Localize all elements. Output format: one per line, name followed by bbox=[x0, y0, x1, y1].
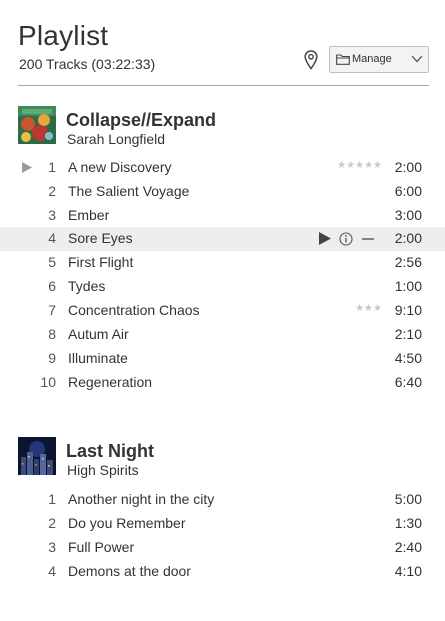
track-rating[interactable]: ★★★ bbox=[355, 303, 382, 314]
track-row[interactable]: 10 Regeneration 6:40 bbox=[0, 371, 445, 395]
track-duration: 2:00 bbox=[394, 159, 422, 175]
track-duration: 2:40 bbox=[394, 539, 422, 555]
track-name: Ember bbox=[68, 207, 110, 223]
track-duration: 2:10 bbox=[394, 326, 422, 342]
album-title[interactable]: Collapse//Expand bbox=[66, 110, 216, 131]
track-number: 4 bbox=[48, 563, 56, 579]
track-number: 2 bbox=[48, 183, 56, 199]
track-name: Another night in the city bbox=[68, 491, 215, 507]
track-duration: 3:00 bbox=[394, 207, 422, 223]
track-number: 1 bbox=[48, 491, 56, 507]
track-number: 5 bbox=[48, 254, 56, 270]
track-name: Regeneration bbox=[68, 374, 153, 390]
info-icon[interactable] bbox=[339, 232, 353, 246]
track-number: 1 bbox=[48, 159, 56, 175]
track-number: 3 bbox=[48, 539, 56, 555]
page-title: Playlist bbox=[18, 20, 109, 51]
track-duration: 9:10 bbox=[394, 302, 422, 318]
track-name: Full Power bbox=[68, 539, 135, 555]
track-row[interactable]: 2 The Salient Voyage 6:00 bbox=[0, 180, 445, 204]
track-name: Tydes bbox=[68, 278, 106, 294]
track-number: 10 bbox=[40, 374, 56, 390]
folder-icon bbox=[336, 54, 350, 65]
play-icon[interactable] bbox=[319, 232, 331, 245]
track-number: 7 bbox=[48, 302, 56, 318]
album-artist[interactable]: Sarah Longfield bbox=[67, 131, 165, 147]
track-row[interactable]: 6 Tydes 1:00 bbox=[0, 275, 445, 299]
track-row[interactable]: 9 Illuminate 4:50 bbox=[0, 347, 445, 371]
track-name: Do you Remember bbox=[68, 515, 186, 531]
track-name: Concentration Chaos bbox=[68, 302, 200, 318]
track-duration: 1:30 bbox=[394, 515, 422, 531]
track-duration: 1:00 bbox=[394, 278, 422, 294]
track-row[interactable]: 3 Ember 3:00 bbox=[0, 204, 445, 228]
track-row-actions bbox=[319, 232, 377, 246]
track-name: Autum Air bbox=[68, 326, 129, 342]
track-duration: 4:10 bbox=[394, 563, 422, 579]
track-row[interactable]: 2 Do you Remember 1:30 bbox=[0, 512, 445, 536]
track-row[interactable]: 1 A new Discovery ★★★★★ 2:00 bbox=[0, 156, 445, 180]
track-row[interactable]: 7 Concentration Chaos ★★★ 9:10 bbox=[0, 299, 445, 323]
album-cover-art[interactable] bbox=[18, 437, 56, 475]
chevron-down-icon bbox=[411, 55, 423, 63]
track-duration: 5:00 bbox=[394, 491, 422, 507]
track-row[interactable]: 3 Full Power 2:40 bbox=[0, 536, 445, 560]
track-number: 3 bbox=[48, 207, 56, 223]
track-name: Demons at the door bbox=[68, 563, 191, 579]
track-name: Illuminate bbox=[68, 350, 128, 366]
location-pin-icon[interactable] bbox=[304, 50, 318, 70]
playlist-header: Playlist 200 Tracks (03:22:33) Manage bbox=[18, 18, 429, 86]
track-duration: 2:00 bbox=[394, 230, 422, 246]
track-row[interactable]: 5 First Flight 2:56 bbox=[0, 251, 445, 275]
track-number: 8 bbox=[48, 326, 56, 342]
track-name: Sore Eyes bbox=[68, 230, 133, 246]
play-icon[interactable] bbox=[22, 162, 32, 173]
track-row[interactable]: 8 Autum Air 2:10 bbox=[0, 323, 445, 347]
track-number: 4 bbox=[48, 230, 56, 246]
track-name: A new Discovery bbox=[68, 159, 172, 175]
track-duration: 6:40 bbox=[394, 374, 422, 390]
track-name: The Salient Voyage bbox=[68, 183, 190, 199]
album-cover-art[interactable] bbox=[18, 106, 56, 144]
track-row[interactable]: 1 Another night in the city 5:00 bbox=[0, 488, 445, 512]
track-duration: 4:50 bbox=[394, 350, 422, 366]
track-row-selected[interactable]: 4 Sore Eyes 2:00 bbox=[0, 227, 445, 251]
track-summary: 200 Tracks (03:22:33) bbox=[19, 56, 156, 72]
track-number: 2 bbox=[48, 515, 56, 531]
track-number: 6 bbox=[48, 278, 56, 294]
track-duration: 6:00 bbox=[394, 183, 422, 199]
track-rating[interactable]: ★★★★★ bbox=[337, 160, 382, 171]
track-row[interactable]: 4 Demons at the door 4:10 bbox=[0, 560, 445, 584]
track-number: 9 bbox=[48, 350, 56, 366]
album-title[interactable]: Last Night bbox=[66, 441, 154, 462]
manage-label: Manage bbox=[352, 53, 392, 65]
track-name: First Flight bbox=[68, 254, 134, 270]
album-artist[interactable]: High Spirits bbox=[67, 462, 139, 478]
manage-dropdown[interactable]: Manage bbox=[329, 46, 429, 73]
remove-icon[interactable] bbox=[361, 232, 375, 246]
track-duration: 2:56 bbox=[394, 254, 422, 270]
